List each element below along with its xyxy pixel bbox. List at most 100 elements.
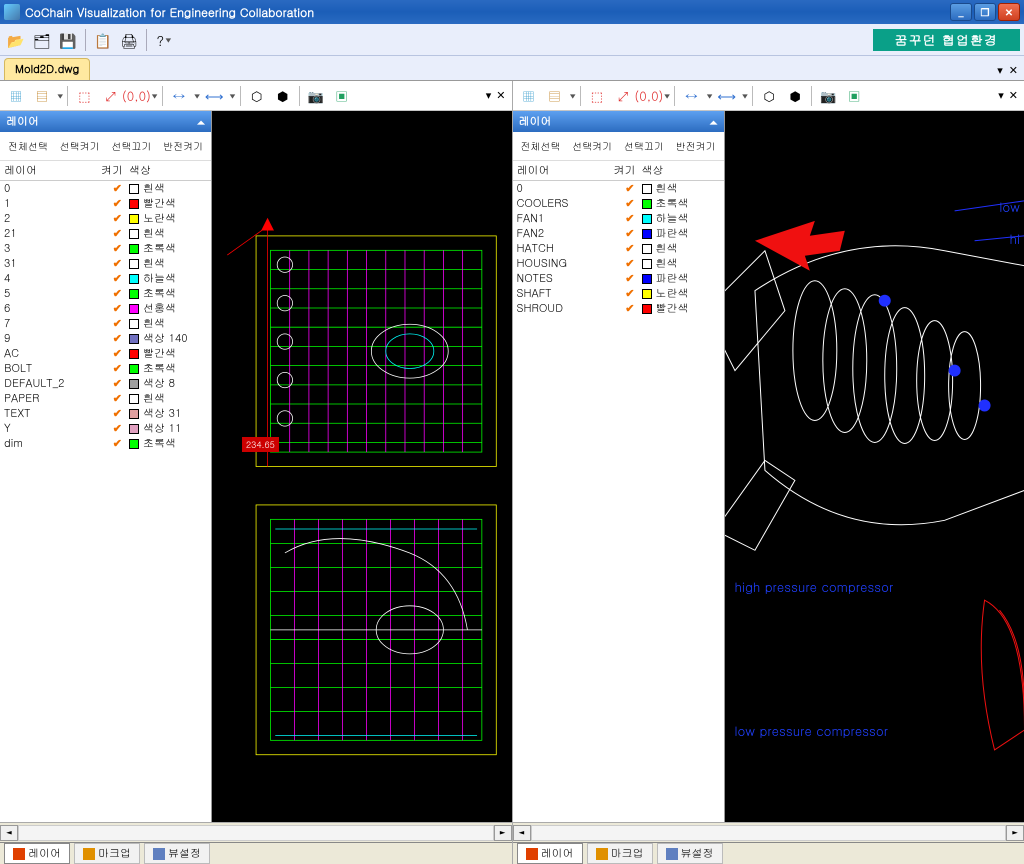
layer-check-icon[interactable]: ✔ [94,406,129,421]
filter-invert[interactable]: 반전켜기 [157,136,209,156]
pane-dropdown-button[interactable]: ▾ [486,88,492,103]
shape-icon[interactable]: ⬡ [245,84,269,108]
left-layer-table[interactable]: 0✔흰색1✔빨간색2✔노란색21✔흰색3✔초록색31✔흰색4✔하늘색5✔초록색6… [0,181,211,822]
layer-row[interactable]: COOLERS✔초록색 [513,196,724,211]
layer-row[interactable]: AC✔빨간색 [0,346,211,361]
minimize-button[interactable]: _ [950,3,972,21]
view-grid-icon[interactable]: ▤ [30,84,54,108]
dim-icon[interactable]: ⟷ [715,84,739,108]
save-button[interactable]: 💾 [56,28,80,52]
panel-collapse-icon[interactable]: ⏶ [710,115,718,129]
layer-row[interactable]: 4✔하늘색 [0,271,211,286]
zoom-extent-icon[interactable]: ⤢ [611,84,635,108]
shape2-icon[interactable]: ⬢ [271,84,295,108]
layer-row[interactable]: TEXT✔색상 31 [0,406,211,421]
layer-row[interactable]: Y✔색상 11 [0,421,211,436]
layer-row[interactable]: SHROUD✔빨간색 [513,301,724,316]
pane-close-button[interactable]: ✕ [496,88,505,103]
help-button[interactable]: ?▼ [152,28,176,52]
zoom-window-icon[interactable]: ⬚ [585,84,609,108]
layer-row[interactable]: 5✔초록색 [0,286,211,301]
layer-row[interactable]: 3✔초록색 [0,241,211,256]
scroll-track[interactable] [531,825,1007,841]
layer-row[interactable]: FAN1✔하늘색 [513,211,724,226]
layer-check-icon[interactable]: ✔ [94,226,129,241]
filter-off[interactable]: 선택끄기 [106,136,158,156]
filter-select-all[interactable]: 전체선택 [2,136,54,156]
layer-check-icon[interactable]: ✔ [94,286,129,301]
scroll-left-button[interactable]: ◄ [0,825,18,841]
layer-row[interactable]: 0✔흰색 [0,181,211,196]
open-folder-button[interactable]: 🗂 [30,28,54,52]
layer-row[interactable]: FAN2✔파란색 [513,226,724,241]
filter-invert[interactable]: 반전켜기 [670,136,722,156]
layer-row[interactable]: BOLT✔초록색 [0,361,211,376]
right-canvas[interactable]: low hi high pressure compressor low pres… [725,111,1024,822]
layer-row[interactable]: SHAFT✔노란색 [513,286,724,301]
layer-row[interactable]: HOUSING✔흰색 [513,256,724,271]
right-layer-table[interactable]: 0✔흰색COOLERS✔초록색FAN1✔하늘색FAN2✔파란색HATCH✔흰색H… [513,181,724,822]
shape2-icon[interactable]: ⬢ [783,84,807,108]
layer-check-icon[interactable]: ✔ [607,301,642,316]
origin-icon[interactable]: (0,0) [637,84,661,108]
layer-check-icon[interactable]: ✔ [607,271,642,286]
layer-check-icon[interactable]: ✔ [94,256,129,271]
copy-button[interactable]: 📋 [91,28,115,52]
layer-row[interactable]: 1✔빨간색 [0,196,211,211]
view-grid-icon[interactable]: ▤ [543,84,567,108]
layer-row[interactable]: dim✔초록색 [0,436,211,451]
layer-row[interactable]: 9✔색상 140 [0,331,211,346]
layer-check-icon[interactable]: ✔ [94,346,129,361]
close-button[interactable]: ✕ [998,3,1020,21]
dim-icon[interactable]: ⟷ [202,84,226,108]
layer-row[interactable]: NOTES✔파란색 [513,271,724,286]
panel-collapse-icon[interactable]: ⏶ [197,115,205,129]
layer-check-icon[interactable]: ✔ [94,271,129,286]
bottom-tab-markup[interactable]: 마크업 [74,843,140,864]
layer-check-icon[interactable]: ✔ [94,421,129,436]
scroll-right-button[interactable]: ► [494,825,512,841]
zoom-extent-icon[interactable]: ⤢ [98,84,122,108]
filter-select-all[interactable]: 전체선택 [515,136,567,156]
filter-off[interactable]: 선택끄기 [618,136,670,156]
tab-dropdown-button[interactable]: ▾ [997,63,1003,78]
right-hscroll[interactable]: ◄ ► [513,822,1024,842]
file-tab[interactable]: Mold2D.dwg [4,58,90,80]
layer-check-icon[interactable]: ✔ [94,211,129,226]
layer-row[interactable]: DEFAULT_2✔색상 8 [0,376,211,391]
open-file-button[interactable]: 📂 [4,28,28,52]
origin-icon[interactable]: (0,0) [124,84,148,108]
snapshot-icon[interactable]: ▣ [330,84,354,108]
layer-check-icon[interactable]: ✔ [94,361,129,376]
view-tile-icon[interactable]: ▦ [4,84,28,108]
layer-row[interactable]: PAPER✔흰색 [0,391,211,406]
layer-check-icon[interactable]: ✔ [607,286,642,301]
camera-icon[interactable]: 📷 [816,84,840,108]
layer-check-icon[interactable]: ✔ [94,331,129,346]
layer-check-icon[interactable]: ✔ [607,226,642,241]
filter-on[interactable]: 선택켜기 [566,136,618,156]
print-button[interactable]: 🖨 [117,28,141,52]
layer-row[interactable]: 0✔흰색 [513,181,724,196]
layer-row[interactable]: 31✔흰색 [0,256,211,271]
layer-check-icon[interactable]: ✔ [94,391,129,406]
bottom-tab-view[interactable]: 뷰설정 [144,843,210,864]
filter-on[interactable]: 선택켜기 [54,136,106,156]
layer-row[interactable]: 21✔흰색 [0,226,211,241]
layer-check-icon[interactable]: ✔ [94,181,129,196]
layer-row[interactable]: 6✔선홍색 [0,301,211,316]
maximize-button[interactable]: ❐ [974,3,996,21]
layer-check-icon[interactable]: ✔ [607,256,642,271]
left-hscroll[interactable]: ◄ ► [0,822,512,842]
pane-close-button[interactable]: ✕ [1009,88,1018,103]
view-tile-icon[interactable]: ▦ [517,84,541,108]
layer-check-icon[interactable]: ✔ [94,196,129,211]
layer-check-icon[interactable]: ✔ [94,436,129,451]
pane-dropdown-button[interactable]: ▾ [998,88,1004,103]
measure-icon[interactable]: ↔ [167,84,191,108]
bottom-tab-view[interactable]: 뷰설정 [657,843,723,864]
layer-check-icon[interactable]: ✔ [94,241,129,256]
scroll-right-button[interactable]: ► [1006,825,1024,841]
layer-check-icon[interactable]: ✔ [607,181,642,196]
layer-check-icon[interactable]: ✔ [607,241,642,256]
